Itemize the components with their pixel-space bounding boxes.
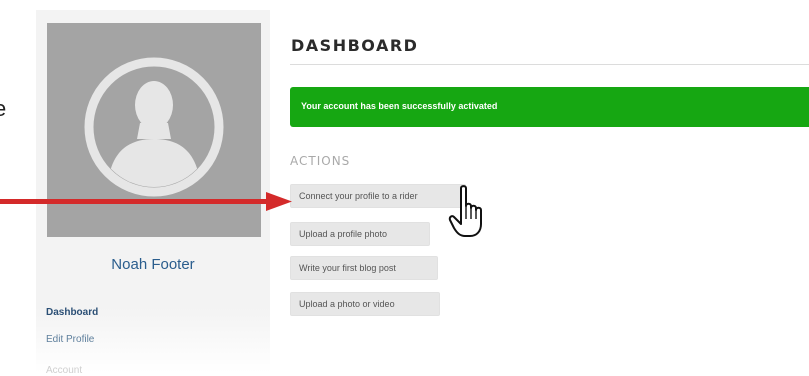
- alert-message: Your account has been successfully activ…: [301, 101, 498, 111]
- success-alert: Your account has been successfully activ…: [290, 87, 809, 127]
- red-arrow-annotation: [0, 192, 292, 211]
- upload-profile-photo-button[interactable]: Upload a profile photo: [290, 222, 430, 246]
- page-title: DASHBOARD: [291, 36, 419, 55]
- title-divider: [290, 64, 809, 65]
- connect-profile-button[interactable]: Connect your profile to a rider: [290, 184, 466, 208]
- user-name[interactable]: Noah Footer: [36, 256, 270, 273]
- actions-heading: ACTIONS: [290, 154, 351, 168]
- nav-item-account[interactable]: Account: [46, 365, 82, 376]
- cut-off-text: e: [0, 96, 7, 121]
- hand-pointer-icon: [448, 185, 482, 237]
- upload-media-button[interactable]: Upload a photo or video: [290, 292, 440, 316]
- write-blog-post-button[interactable]: Write your first blog post: [290, 256, 438, 280]
- nav-item-dashboard[interactable]: Dashboard: [46, 307, 98, 318]
- nav-item-edit-profile[interactable]: Edit Profile: [46, 334, 94, 345]
